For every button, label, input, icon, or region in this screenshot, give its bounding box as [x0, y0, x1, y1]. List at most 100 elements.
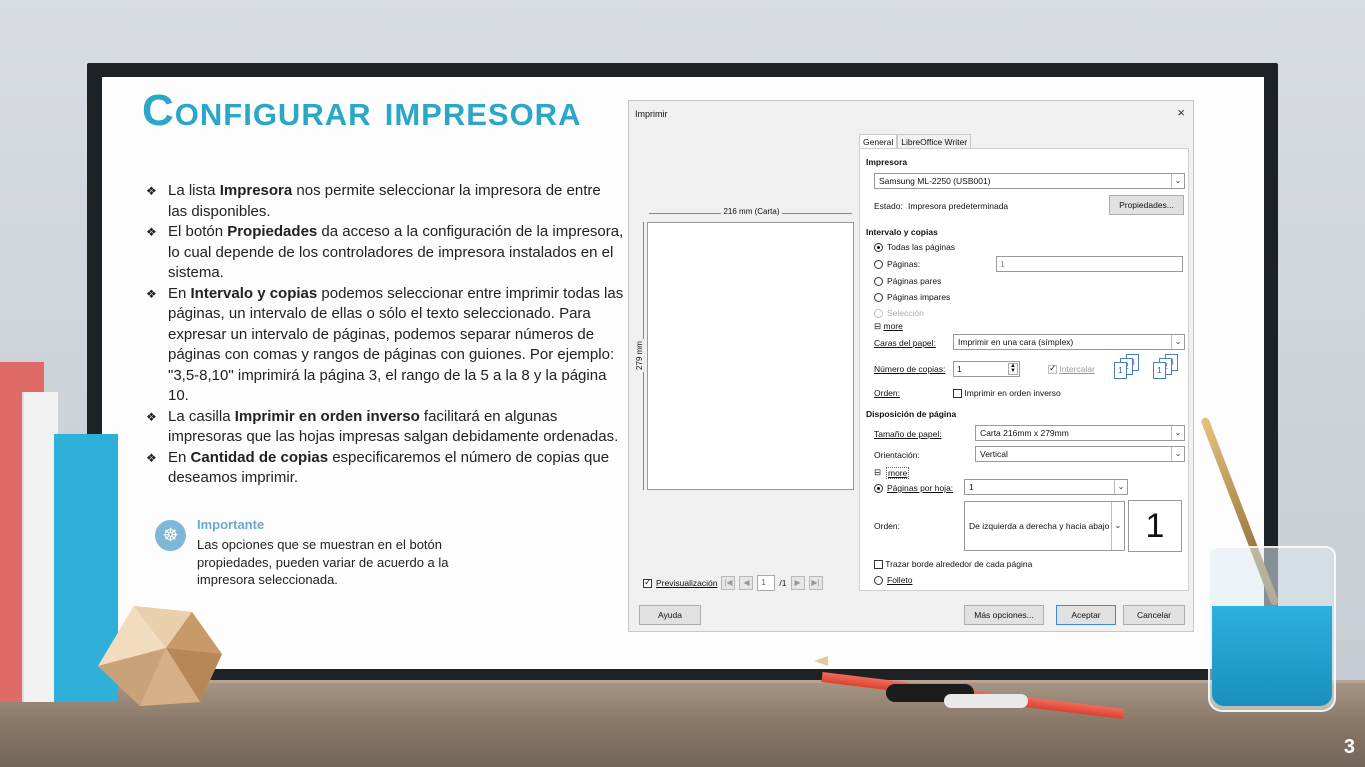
- bullet-text: En: [168, 284, 191, 302]
- layout-more-label[interactable]: more: [886, 467, 910, 479]
- collate-pages-icon: 321: [1153, 354, 1179, 382]
- bullet-bold: Imprimir en orden inverso: [234, 407, 420, 425]
- pages-option[interactable]: Páginas:: [874, 259, 920, 270]
- collate-option: Intercalar: [1048, 363, 1095, 375]
- close-icon[interactable]: ×: [1177, 105, 1185, 120]
- selection-label: Selección: [887, 308, 924, 318]
- even-pages-option[interactable]: Páginas pares: [874, 276, 941, 287]
- general-panel: Impresora Samsung ML-2250 (USB001) ⌄ Esta…: [859, 148, 1189, 591]
- pages-per-sheet-select[interactable]: 1 ⌄: [964, 479, 1128, 495]
- chevron-down-icon: ⌄: [1171, 335, 1184, 349]
- border-checkbox[interactable]: [874, 560, 883, 570]
- bullet-bold: Impresora: [219, 182, 293, 199]
- pages-input[interactable]: 1: [996, 256, 1183, 272]
- pages-per-sheet-label: Páginas por hoja:: [887, 483, 954, 493]
- radio-even-pages[interactable]: [874, 277, 883, 287]
- bullet-marker: ❖: [146, 184, 157, 198]
- orientation-value: Vertical: [980, 449, 1008, 459]
- bullet-item: ❖ La lista Impresora nos permite seleccio…: [146, 181, 624, 222]
- odd-pages-label: Páginas impares: [887, 292, 951, 302]
- collate-pages-icon: 321: [1114, 354, 1140, 382]
- chevron-down-icon: ⌄: [1114, 480, 1127, 494]
- paper-sides-label: Caras del papel:: [874, 338, 936, 348]
- paper-sides-select[interactable]: Imprimir en una cara (símplex) ⌄: [953, 334, 1185, 350]
- more-options-button[interactable]: Más opciones...: [964, 605, 1044, 625]
- help-button[interactable]: Ayuda: [639, 605, 701, 625]
- all-pages-option[interactable]: Todas las páginas: [874, 242, 955, 253]
- order-preview: 1: [1128, 500, 1182, 552]
- copies-input[interactable]: 1 ▲ ▼: [953, 361, 1020, 377]
- cancel-button[interactable]: Cancelar: [1123, 605, 1185, 625]
- border-option[interactable]: Trazar borde alrededor de cada página: [874, 559, 1033, 570]
- layout-order-select[interactable]: De izquierda a derecha y hacia abajo ⌄: [964, 501, 1125, 551]
- radio-brochure[interactable]: [874, 576, 883, 586]
- page-number: 3: [1343, 736, 1355, 758]
- paper-size-select[interactable]: Carta 216mm x 279mm ⌄: [975, 425, 1185, 441]
- info-icon: ☸: [155, 520, 186, 551]
- radio-all-pages[interactable]: [874, 243, 883, 253]
- note-title: Importante: [197, 517, 265, 532]
- brochure-option[interactable]: Folleto: [874, 575, 913, 586]
- radio-pages-per-sheet[interactable]: [874, 484, 883, 494]
- bullet-bold: Propiedades: [227, 223, 318, 240]
- collate-checkbox: [1048, 363, 1057, 375]
- preview-checkbox-label[interactable]: Previsualización: [656, 578, 717, 588]
- radio-odd-pages[interactable]: [874, 293, 883, 303]
- chevron-down-icon: ⌄: [1111, 502, 1124, 550]
- height-dimension-label: 279 mm: [634, 339, 644, 372]
- more-expander[interactable]: ⊟ more: [874, 321, 903, 332]
- printer-select-value: Samsung ML-2250 (USB001): [879, 176, 991, 186]
- more-label[interactable]: more: [883, 321, 902, 331]
- bullet-item: ❖ El botón Propiedades da acceso a la con…: [146, 222, 624, 284]
- bullet-text: La lista: [168, 182, 220, 199]
- bullet-text: podemos seleccionar entre imprimir todas…: [168, 284, 624, 405]
- page-total: /1: [779, 578, 787, 588]
- page-number-input[interactable]: 1: [757, 575, 776, 591]
- reverse-order-checkbox[interactable]: [953, 389, 962, 399]
- preview-checkbox[interactable]: [643, 577, 652, 588]
- orientation-label: Orientación:: [874, 450, 920, 460]
- chevron-down-icon: ⌄: [1171, 174, 1184, 188]
- layout-heading: Disposición de página: [866, 409, 957, 419]
- layout-more-expander[interactable]: ⊟: [874, 467, 881, 478]
- printer-heading: Impresora: [866, 157, 908, 167]
- radio-pages[interactable]: [874, 260, 883, 270]
- tab-general[interactable]: General: [859, 134, 898, 149]
- layout-order-value: De izquierda a derecha y hacia abajo: [969, 521, 1110, 531]
- next-page-icon[interactable]: ▶: [790, 576, 805, 590]
- odd-pages-option[interactable]: Páginas impares: [874, 292, 951, 303]
- bullet-bold: Intervalo y copias: [190, 284, 318, 302]
- last-page-icon[interactable]: ▶|: [808, 576, 823, 590]
- pages-per-sheet-option[interactable]: Páginas por hoja:: [874, 483, 954, 494]
- bullet-list: ❖ La lista Impresora nos permite seleccio…: [146, 181, 624, 489]
- bullet-marker: ❖: [146, 225, 157, 239]
- border-label: Trazar borde alrededor de cada página: [885, 559, 1033, 569]
- spin-icon[interactable]: ▲ ▼: [1008, 363, 1018, 375]
- radio-selection: [874, 309, 883, 319]
- collapse-icon[interactable]: ⊟: [874, 467, 881, 477]
- copies-label: Número de copias:: [874, 364, 946, 374]
- copies-value: 1: [957, 364, 962, 374]
- bullet-text: El botón: [168, 223, 228, 240]
- jar-water: [1212, 606, 1332, 706]
- brochure-label: Folleto: [887, 575, 913, 585]
- wooden-polyhedron: [98, 606, 222, 706]
- properties-button[interactable]: Propiedades...: [1109, 195, 1184, 215]
- printer-select[interactable]: Samsung ML-2250 (USB001) ⌄: [874, 173, 1185, 189]
- tab-writer[interactable]: LibreOffice Writer: [897, 134, 972, 149]
- orientation-select[interactable]: Vertical ⌄: [975, 446, 1185, 462]
- paper-size-label: Tamaño de papel:: [874, 429, 942, 439]
- status-value: Impresora predeterminada: [908, 201, 1009, 211]
- slide-title: Configurar impresora: [142, 86, 582, 135]
- dialog-title: Imprimir: [635, 109, 668, 119]
- reverse-order-option[interactable]: Imprimir en orden inverso: [953, 388, 1061, 399]
- preview-toolbar: Previsualización |◀ ◀ 1 /1 ▶ ▶|: [643, 575, 823, 591]
- ok-button[interactable]: Aceptar: [1056, 605, 1116, 625]
- status-label: Estado:: [874, 201, 903, 211]
- collate-label: Intercalar: [1059, 364, 1095, 374]
- note-body: Las opciones que se muestran en el botón…: [197, 537, 449, 587]
- prev-page-icon[interactable]: ◀: [739, 576, 754, 590]
- first-page-icon[interactable]: |◀: [721, 576, 736, 590]
- order-label: Orden:: [874, 388, 900, 398]
- bullet-text: En: [168, 448, 191, 466]
